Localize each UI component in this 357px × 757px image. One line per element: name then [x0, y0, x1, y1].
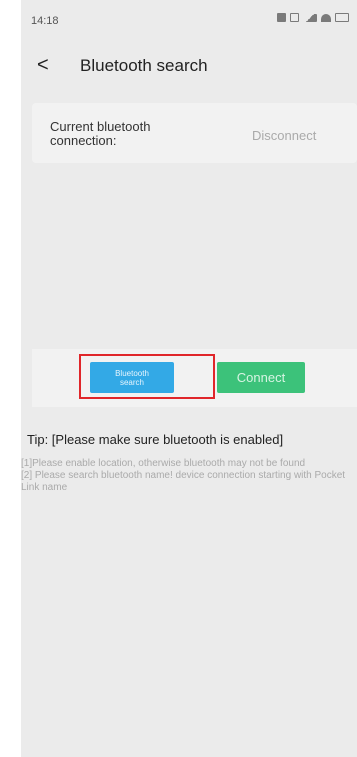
- tip-line: [1]Please enable location, otherwise blu…: [21, 458, 306, 469]
- chevron-left-icon[interactable]: <: [37, 52, 61, 78]
- bluetooth-search-label: Bluetooth search: [115, 368, 149, 387]
- phone-screen: 14:18 < Bluetooth search Current bluetoo…: [21, 0, 357, 757]
- battery-icon: [335, 13, 349, 22]
- page-title: Bluetooth search: [80, 56, 208, 75]
- wifi-icon: [321, 13, 331, 22]
- bluetooth-search-button[interactable]: Bluetooth search: [90, 362, 174, 393]
- tip-title: Tip: [Please make sure bluetooth is enab…: [27, 432, 284, 447]
- tip-text: [1]Please enable location, otherwise blu…: [21, 458, 347, 494]
- status-time: 14:18: [31, 15, 59, 27]
- signal-icon: [303, 13, 317, 22]
- connect-button[interactable]: Connect: [217, 362, 305, 393]
- status-icons: [277, 13, 349, 22]
- app-header: < Bluetooth search: [21, 40, 357, 96]
- connection-card: Current bluetooth connection: Disconnect: [32, 103, 357, 163]
- button-panel: Bluetooth search Connect: [32, 349, 357, 407]
- status-bar: 14:18: [21, 0, 357, 40]
- tip-line: [2] Please search bluetooth name! device…: [21, 470, 346, 493]
- nfc-icon: [290, 13, 299, 22]
- connection-status: Disconnect: [252, 128, 317, 143]
- connection-label: Current bluetooth connection:: [50, 119, 151, 148]
- vibrate-icon: [277, 13, 286, 22]
